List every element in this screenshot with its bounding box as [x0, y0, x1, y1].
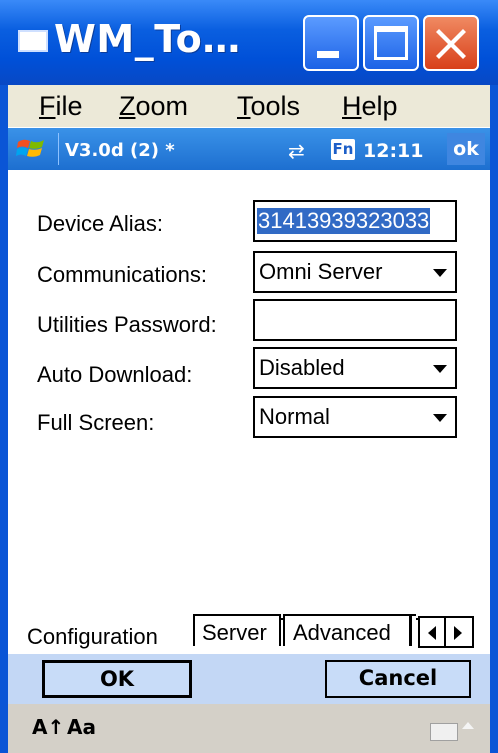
- communications-select[interactable]: Omni Server: [253, 251, 457, 293]
- tab-advanced-label: Advanced: [293, 620, 391, 645]
- device-alias-input[interactable]: 31413939323033: [253, 200, 457, 242]
- sync-icon[interactable]: ⇄: [288, 139, 305, 164]
- menu-zoom[interactable]: Zoom: [119, 91, 188, 122]
- ok-button[interactable]: ok: [447, 133, 485, 165]
- chevron-down-icon: [433, 414, 447, 422]
- full-screen-select[interactable]: Normal: [253, 396, 457, 438]
- tab-configuration[interactable]: Configuration: [27, 624, 158, 650]
- chevron-down-icon: [433, 269, 447, 277]
- chevron-left-icon[interactable]: [428, 626, 436, 640]
- minimize-icon: [317, 51, 339, 58]
- chevron-up-icon[interactable]: [462, 722, 474, 729]
- device-alias-label: Device Alias:: [37, 211, 163, 236]
- full-screen-value: Normal: [259, 404, 330, 429]
- close-button[interactable]: [423, 15, 479, 71]
- windows-flag-icon[interactable]: [16, 136, 46, 162]
- tab-overflow-edge: [410, 614, 416, 646]
- status-separator: [58, 133, 59, 165]
- utilities-password-label: Utilities Password:: [37, 312, 217, 337]
- auto-download-select[interactable]: Disabled: [253, 347, 457, 389]
- window-title: WM_To…: [54, 17, 241, 61]
- communications-label: Communications:: [37, 262, 207, 287]
- font-button[interactable]: Aa: [67, 715, 96, 739]
- full-screen-label: Full Screen:: [37, 410, 155, 435]
- menu-file[interactable]: File: [39, 91, 83, 122]
- close-icon: [436, 29, 466, 59]
- chevron-down-icon: [433, 365, 447, 373]
- version-label: V3.0d (2) *: [65, 140, 175, 161]
- menu-tools[interactable]: Tools: [237, 91, 300, 122]
- cancel-command-button[interactable]: Cancel: [325, 660, 471, 698]
- maximize-button[interactable]: [363, 15, 419, 71]
- window-frame-right: [490, 85, 498, 753]
- utilities-password-input[interactable]: [253, 299, 457, 341]
- window-icon: [18, 30, 48, 52]
- auto-download-label: Auto Download:: [37, 362, 193, 387]
- clock[interactable]: 12:11: [363, 140, 423, 162]
- tab-server[interactable]: Server: [193, 614, 281, 646]
- device-alias-value: 31413939323033: [257, 208, 431, 234]
- chevron-right-icon[interactable]: [454, 626, 462, 640]
- auto-download-value: Disabled: [259, 355, 345, 380]
- tab-advanced[interactable]: Advanced: [283, 614, 411, 646]
- maximize-icon: [374, 26, 408, 60]
- menu-help[interactable]: Help: [342, 91, 398, 122]
- tab-server-label: Server: [202, 620, 267, 645]
- tab-scroll-divider: [444, 618, 446, 646]
- ok-command-button[interactable]: OK: [42, 660, 192, 698]
- minimize-button[interactable]: [303, 15, 359, 71]
- fn-key-icon[interactable]: Fn: [331, 139, 355, 160]
- tab-scroll-buttons[interactable]: [418, 616, 474, 648]
- communications-value: Omni Server: [259, 259, 383, 284]
- window-frame-left: [0, 85, 8, 753]
- font-size-up-button[interactable]: A↑: [32, 715, 64, 739]
- keyboard-icon[interactable]: [430, 723, 458, 741]
